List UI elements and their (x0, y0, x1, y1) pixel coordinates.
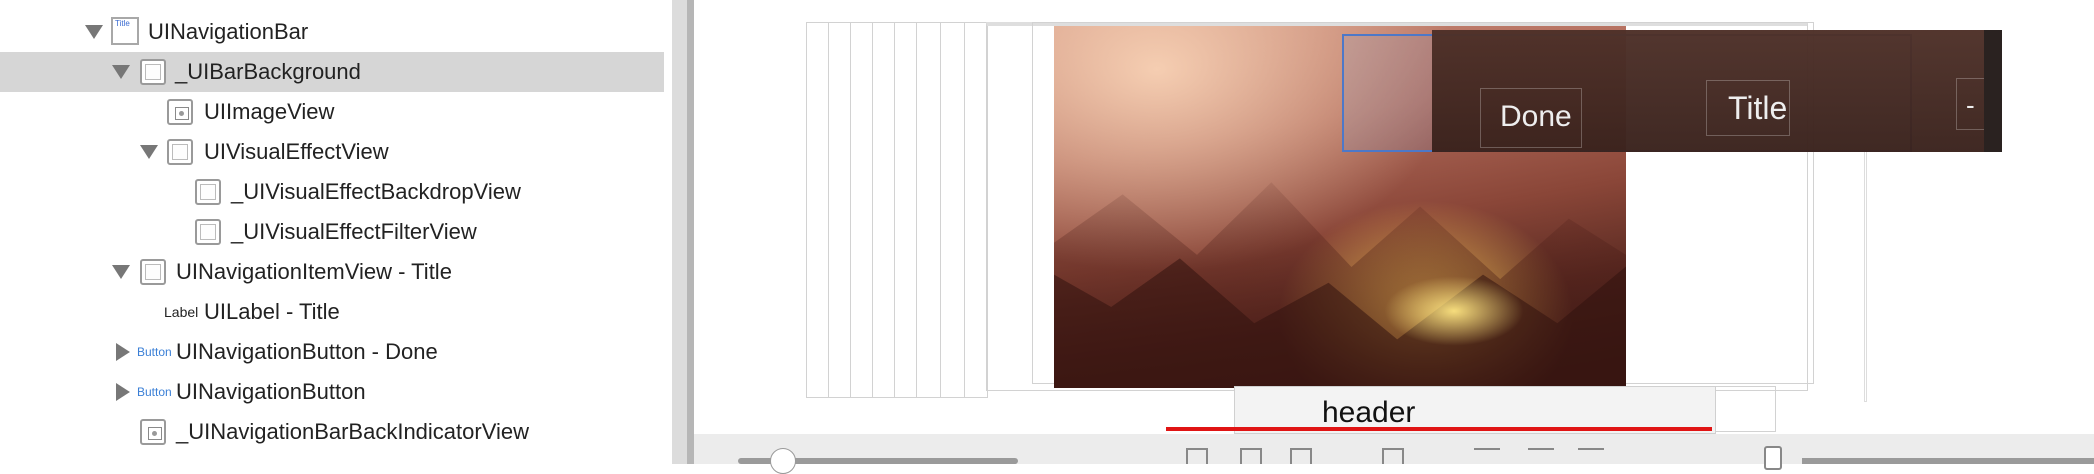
outline-label: UINavigationItemView - Title (176, 259, 452, 284)
outline-row-navigation-bar[interactable]: Title UINavigationBar (0, 12, 664, 52)
layer-outline (964, 22, 988, 398)
range-slider-track[interactable] (1802, 458, 2094, 464)
image-view-icon (167, 99, 193, 125)
disclosure-closed-icon[interactable] (116, 343, 130, 361)
button-icon: Button (137, 385, 172, 399)
view-debugger-canvas[interactable]: Done Title - header (694, 0, 2094, 434)
adjust-view-mode-icon[interactable] (1290, 448, 1312, 464)
label-icon: Label (164, 304, 199, 320)
red-underline (1166, 427, 1712, 431)
outline-label: _UIVisualEffectFilterView (231, 219, 477, 244)
navigation-bar-icon: Title (111, 17, 139, 45)
outline-label: UIVisualEffectView (204, 139, 389, 164)
show-clipped-content-icon[interactable] (1186, 448, 1208, 464)
layer-outline (1864, 150, 1867, 402)
outline-label: _UIBarBackground (175, 59, 361, 84)
range-slider-thumb[interactable] (1764, 446, 1782, 470)
navigation-bar-layer[interactable]: Done Title - (1432, 30, 2004, 152)
disclosure-closed-icon[interactable] (116, 383, 130, 401)
outline-label: UIImageView (204, 99, 335, 124)
zoom-in-icon[interactable] (1578, 448, 1604, 464)
navigation-bar-icon-text: Title (115, 19, 130, 28)
outline-label: _UINavigationBarBackIndicatorView (176, 419, 529, 444)
outline-row-navigation-button[interactable]: Button UINavigationButton (0, 372, 664, 412)
outline-row-bar-background[interactable]: _UIBarBackground (0, 52, 664, 92)
disclosure-open-icon[interactable] (140, 145, 158, 159)
header-label: header (1322, 396, 1416, 429)
view-icon (140, 59, 166, 85)
orient-3d-icon[interactable] (1382, 448, 1404, 464)
view-icon (195, 179, 221, 205)
outline-label: UINavigationBar (148, 19, 309, 44)
spacing-slider-thumb[interactable] (769, 448, 796, 474)
show-constraints-icon[interactable] (1240, 448, 1262, 464)
disclosure-open-icon[interactable] (112, 65, 130, 79)
view-hierarchy-outline: Title UINavigationBar _UIBarBackground U… (0, 0, 672, 464)
pane-splitter-edge (687, 0, 694, 464)
outline-row-visual-effect-view[interactable]: UIVisualEffectView (0, 132, 664, 172)
title-label: Title (1728, 90, 1788, 126)
outline-row-navigation-item-view[interactable]: UINavigationItemView - Title (0, 252, 664, 292)
zoom-actual-icon[interactable] (1528, 448, 1554, 464)
outline-label: UILabel - Title (204, 299, 340, 324)
view-icon (195, 219, 221, 245)
outline-row-backdrop-view[interactable]: _UIVisualEffectBackdropView (0, 172, 664, 212)
done-button[interactable]: Done (1500, 100, 1572, 134)
button-icon: Button (137, 345, 172, 359)
pane-splitter[interactable] (672, 0, 687, 464)
image-view-icon (140, 419, 166, 445)
right-button[interactable]: - (1966, 90, 1975, 121)
outline-label: UINavigationButton (176, 379, 366, 404)
outline-row-navigation-button-done[interactable]: Button UINavigationButton - Done (0, 332, 664, 372)
outline-row-back-indicator-view[interactable]: _UINavigationBarBackIndicatorView (0, 412, 664, 452)
outline-row-label-title[interactable]: Label UILabel - Title (0, 292, 664, 332)
disclosure-open-icon[interactable] (112, 265, 130, 279)
zoom-out-icon[interactable] (1474, 448, 1500, 464)
outline-label: _UIVisualEffectBackdropView (231, 179, 521, 204)
outline-row-filter-view[interactable]: _UIVisualEffectFilterView (0, 212, 664, 252)
debug-toolbar (694, 434, 2094, 474)
outline-label: UINavigationButton - Done (176, 339, 438, 364)
view-icon (167, 139, 193, 165)
view-icon (140, 259, 166, 285)
outline-row-image-view[interactable]: UIImageView (0, 92, 664, 132)
disclosure-open-icon[interactable] (85, 25, 103, 39)
